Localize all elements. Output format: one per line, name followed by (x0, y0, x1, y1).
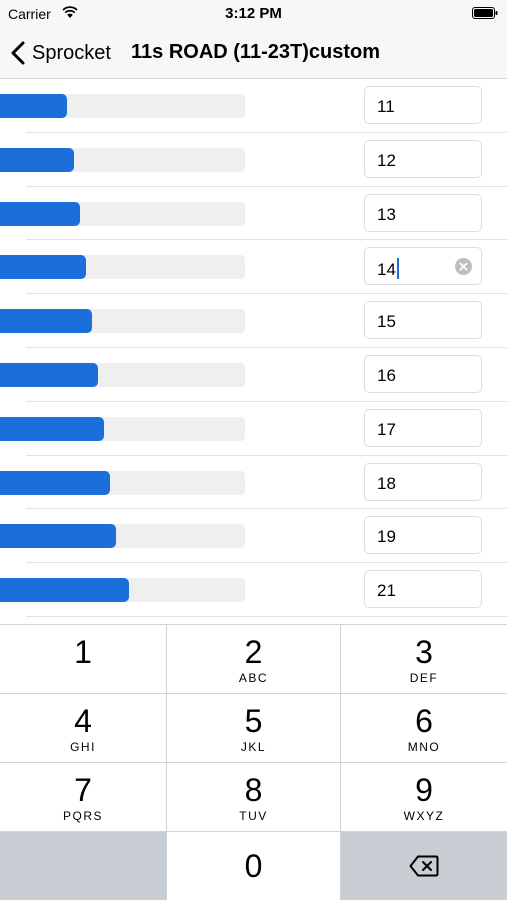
key-1[interactable]: 1 (0, 625, 166, 693)
key-digit: 3 (415, 634, 433, 670)
tooth-bar-track (0, 470, 245, 495)
page-title: 11s ROAD (11-23T)custom (131, 41, 380, 63)
key-letters: WXYZ (403, 809, 445, 823)
key-digit: 6 (415, 703, 433, 739)
tooth-bar-fill (0, 94, 68, 118)
back-button[interactable]: Sprocket (10, 38, 111, 68)
tooth-bar-fill (0, 147, 74, 172)
sprocket-row: 15 (0, 294, 507, 348)
key-digit: 0 (244, 848, 263, 884)
teeth-value: 15 (377, 312, 396, 332)
teeth-input[interactable]: 19 (364, 516, 482, 555)
sprocket-row: 13 (0, 187, 507, 241)
sprocket-row: 12 (0, 133, 507, 187)
tooth-bar-fill (0, 524, 117, 549)
teeth-input[interactable]: 13 (364, 193, 482, 232)
key-letters: JKL (240, 740, 267, 754)
key-digit: 4 (74, 703, 92, 739)
key-letters: GHI (70, 740, 96, 754)
back-button-label: Sprocket (32, 41, 111, 64)
sprocket-row: 21 (0, 563, 507, 617)
key-blank (0, 832, 166, 900)
key-letters: ABC (238, 671, 269, 685)
key-3[interactable]: 3 DEF (341, 625, 507, 693)
key-letters: PQRS (62, 809, 103, 823)
tooth-bar-track (0, 309, 245, 334)
tooth-bar-track (0, 201, 245, 226)
tooth-bar-fill (0, 470, 111, 495)
teeth-input[interactable]: 21 (364, 570, 482, 609)
sprocket-list: 11 12 13 14 15 16 17 18 19 21 (0, 79, 507, 624)
battery-icon (472, 7, 498, 19)
key-digit: 7 (74, 772, 92, 808)
tooth-bar-fill (0, 201, 80, 226)
tooth-bar-track (0, 416, 245, 441)
key-5[interactable]: 5 JKL (167, 694, 340, 762)
teeth-input-active[interactable]: 14 (364, 247, 482, 286)
sprocket-row: 19 (0, 509, 507, 564)
delete-backspace-icon (409, 855, 439, 877)
teeth-value: 21 (377, 581, 396, 601)
key-digit: 1 (74, 634, 92, 670)
tooth-bar-track (0, 362, 245, 387)
key-8[interactable]: 8 TUV (167, 763, 340, 831)
teeth-value: 18 (377, 473, 396, 493)
sprocket-row: 16 (0, 348, 507, 402)
sprocket-row: 11 (0, 79, 507, 133)
teeth-input[interactable]: 18 (364, 462, 482, 501)
key-digit: 8 (244, 772, 263, 808)
key-digit: 5 (244, 703, 263, 739)
key-letters: DEF (409, 671, 439, 685)
delete-key[interactable] (341, 832, 507, 900)
key-0[interactable]: 0 (167, 832, 340, 900)
navigation-bar: Sprocket 11s ROAD (11-23T)custom (0, 28, 507, 79)
text-caret (396, 258, 399, 280)
tooth-bar-track (0, 578, 245, 603)
number-keypad: 1 2 ABC 3 DEF 4 GHI 5 JKL 6 MNO 7 PQRS 8… (0, 624, 507, 900)
key-4[interactable]: 4 GHI (0, 694, 166, 762)
chevron-left-icon (11, 41, 25, 65)
teeth-value: 12 (377, 150, 396, 170)
tooth-bar-track (0, 147, 245, 172)
teeth-input[interactable]: 11 (364, 86, 482, 124)
teeth-value-text: 14 (377, 260, 396, 280)
key-6[interactable]: 6 MNO (341, 694, 507, 762)
tooth-bar-fill (0, 309, 92, 334)
teeth-value: 14 (377, 258, 399, 280)
teeth-input[interactable]: 12 (364, 139, 482, 178)
key-digit: 9 (415, 772, 433, 808)
teeth-value: 17 (377, 419, 396, 439)
teeth-input[interactable]: 17 (364, 408, 482, 447)
sprocket-row: 17 (0, 402, 507, 456)
key-9[interactable]: 9 WXYZ (341, 763, 507, 831)
tooth-bar-track (0, 94, 245, 118)
teeth-input[interactable]: 15 (364, 301, 482, 340)
teeth-value: 11 (377, 97, 395, 116)
tooth-bar-fill (0, 416, 105, 441)
teeth-value: 13 (377, 204, 396, 224)
sprocket-row: 14 (0, 240, 507, 295)
tooth-bar-fill (0, 255, 86, 280)
sprocket-row: 18 (0, 456, 507, 510)
key-digit: 2 (244, 634, 263, 670)
tooth-bar-track (0, 255, 245, 280)
row-divider (26, 615, 507, 617)
clear-text-icon[interactable] (455, 258, 472, 276)
key-letters: MNO (407, 740, 441, 754)
tooth-bar-fill (0, 362, 98, 387)
key-2[interactable]: 2 ABC (167, 625, 340, 693)
status-time: 3:12 PM (225, 5, 282, 22)
status-bar: Carrier 3:12 PM (0, 0, 507, 28)
teeth-input[interactable]: 16 (364, 354, 482, 393)
key-7[interactable]: 7 PQRS (0, 763, 166, 831)
tooth-bar-fill (0, 578, 129, 603)
key-letters: TUV (239, 809, 268, 823)
teeth-value: 19 (377, 527, 396, 547)
tooth-bar-track (0, 524, 245, 549)
teeth-value: 16 (377, 365, 396, 385)
